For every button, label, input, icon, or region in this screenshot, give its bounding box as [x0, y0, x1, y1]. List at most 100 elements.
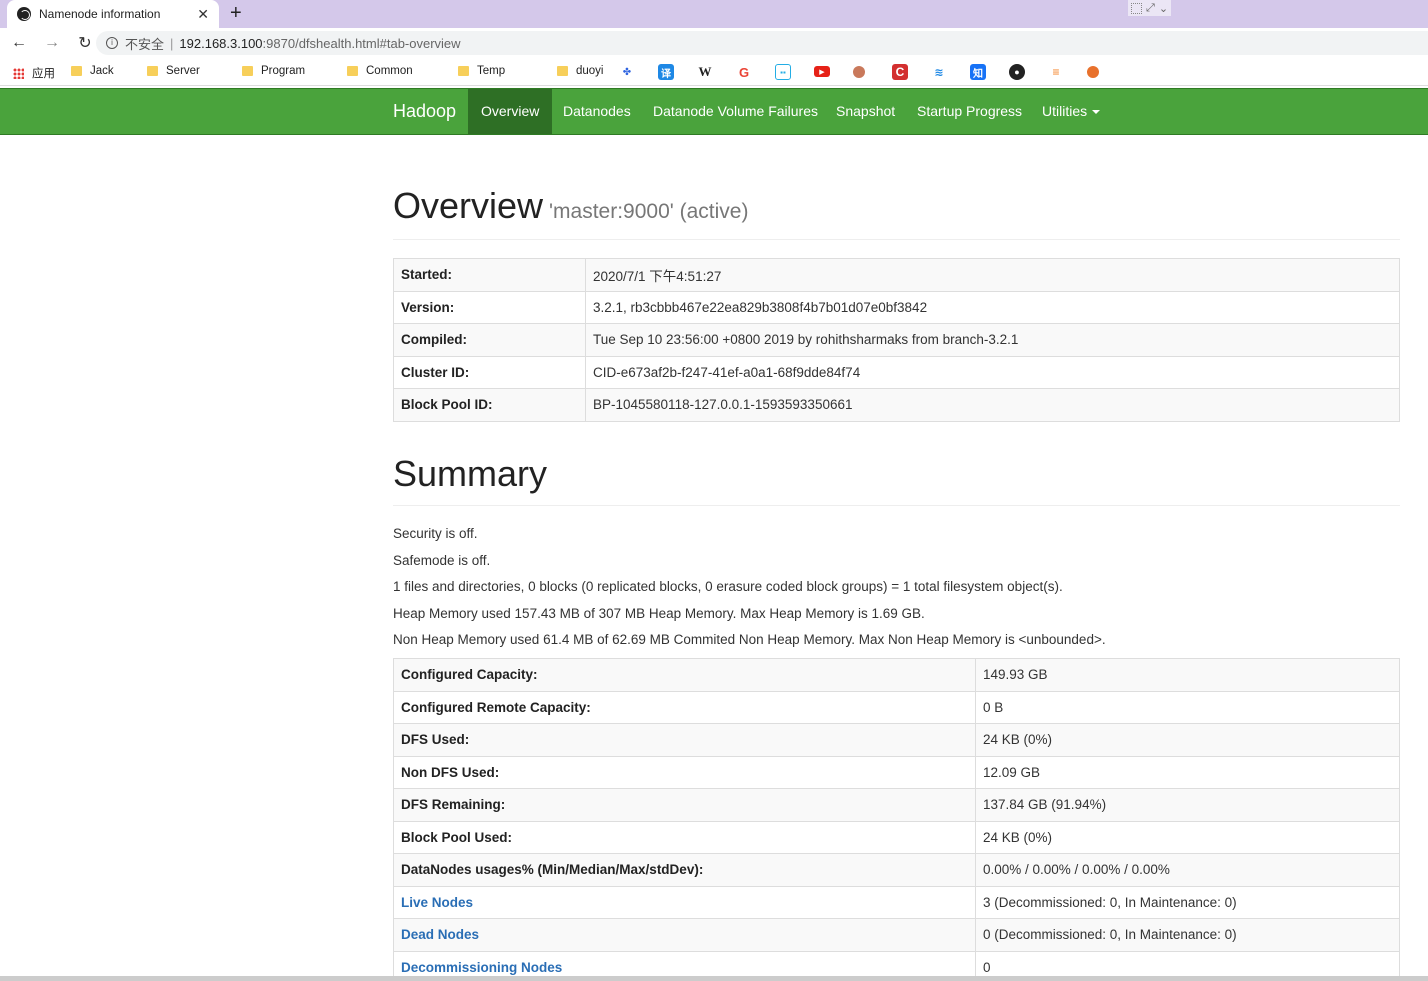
- table-row: Block Pool Used: 24 KB (0%): [393, 820, 1400, 854]
- table-row: DFS Used: 24 KB (0%): [393, 723, 1400, 757]
- row-value: Tue Sep 10 23:56:00 +0800 2019 by rohith…: [585, 323, 1400, 357]
- info-icon[interactable]: i: [106, 37, 118, 49]
- url-path: :9870/dfshealth.html#tab-overview: [262, 35, 461, 51]
- summary-line-security: Security is off.: [393, 526, 478, 541]
- bookmark-apps[interactable]: 应用: [13, 65, 55, 81]
- live-nodes-link[interactable]: Live Nodes: [401, 895, 473, 910]
- table-row: Block Pool ID: BP-1045580118-127.0.0.1-15…: [393, 388, 1400, 422]
- decommissioning-nodes-link[interactable]: Decommissioning Nodes: [401, 960, 562, 975]
- nuggets-icon[interactable]: ≋: [931, 64, 947, 80]
- table-row: Dead Nodes 0 (Decommissioned: 0, In Maint…: [393, 918, 1400, 952]
- row-key-cell: Dead Nodes: [393, 918, 976, 952]
- row-key: Started:: [393, 258, 586, 292]
- row-key: Block Pool Used:: [393, 820, 976, 854]
- address-bar[interactable]: i 不安全 | 192.168.3.100 :9870/dfshealth.ht…: [96, 31, 1428, 55]
- translate-icon[interactable]: 译: [658, 64, 674, 80]
- csdn-icon[interactable]: C: [892, 64, 908, 80]
- baidu-paw-icon[interactable]: ✤: [619, 64, 635, 80]
- google-icon[interactable]: G: [736, 64, 752, 80]
- row-key: DFS Used:: [393, 723, 976, 757]
- table-row: Compiled: Tue Sep 10 23:56:00 +0800 2019 …: [393, 323, 1400, 357]
- row-key: DataNodes usages% (Min/Median/Max/stdDev…: [393, 853, 976, 887]
- forward-arrow-icon[interactable]: →: [38, 34, 66, 52]
- summary-table: Configured Capacity: 149.93 GB Configured…: [393, 658, 1400, 981]
- nav-datanodes[interactable]: Datanodes: [550, 89, 644, 134]
- row-key-cell: Live Nodes: [393, 885, 976, 919]
- table-row: Configured Capacity: 149.93 GB: [393, 658, 1400, 692]
- row-key: Configured Remote Capacity:: [393, 690, 976, 724]
- row-value: 0 B: [975, 690, 1400, 724]
- nav-overview[interactable]: Overview: [468, 89, 553, 134]
- fox-icon[interactable]: [853, 66, 865, 78]
- divider: [393, 505, 1400, 506]
- table-row: Live Nodes 3 (Decommissioned: 0, In Maint…: [393, 885, 1400, 919]
- bookmarks-bar: 应用 Jack Server Program Common Temp duoyi: [0, 58, 1428, 86]
- tab-strip: Namenode information ✕ + ⤢ ⌄: [0, 0, 1428, 28]
- browser-tab[interactable]: Namenode information ✕: [7, 0, 219, 28]
- bookmark-folder-common[interactable]: Common: [347, 65, 413, 77]
- bookmark-folder-jack[interactable]: Jack: [71, 65, 114, 77]
- tab-title: Namenode information: [39, 7, 161, 21]
- wikipedia-icon[interactable]: W: [697, 64, 713, 80]
- table-row: Version: 3.2.1, rb3cbbb467e22ea829b3808f4…: [393, 290, 1400, 324]
- nav-utilities-label: Utilities: [1042, 103, 1088, 119]
- bookmark-label: Temp: [477, 65, 506, 77]
- page-favicon-icon: [17, 7, 31, 21]
- overview-subtitle: 'master:9000' (active): [549, 200, 749, 223]
- table-row: Non DFS Used: 12.09 GB: [393, 755, 1400, 789]
- youtube-icon[interactable]: ▶: [814, 66, 830, 77]
- horizontal-scrollbar[interactable]: [0, 976, 1428, 981]
- overview-title: Overview: [393, 185, 544, 226]
- bookmark-folder-duoyi[interactable]: duoyi: [557, 65, 604, 77]
- row-value: BP-1045580118-127.0.0.1-1593593350661: [585, 388, 1400, 422]
- caret-down-icon: [1092, 110, 1101, 115]
- row-value: 0 (Decommissioned: 0, In Maintenance: 0): [975, 918, 1400, 952]
- bookmark-folder-temp[interactable]: Temp: [458, 65, 505, 77]
- bookmark-label: Program: [261, 65, 306, 77]
- reload-icon[interactable]: ↻: [71, 33, 99, 53]
- summary-line-nonheap: Non Heap Memory used 61.4 MB of 62.69 MB…: [393, 632, 1106, 647]
- zhihu-icon[interactable]: 知: [970, 64, 986, 80]
- basketball-icon[interactable]: [1087, 66, 1099, 78]
- table-row: Started: 2020/7/1 下午4:51:27: [393, 258, 1400, 292]
- grid-icon[interactable]: [1131, 2, 1142, 14]
- nav-utilities[interactable]: Utilities: [1029, 89, 1113, 134]
- row-value: 3 (Decommissioned: 0, In Maintenance: 0): [975, 885, 1400, 919]
- table-row: Cluster ID: CID-e673af2b-f247-41ef-a0a1-6…: [393, 355, 1400, 389]
- summary-line-safemode: Safemode is off.: [393, 553, 491, 568]
- window-controls: ⤢ ⌄: [1128, 0, 1172, 16]
- back-arrow-icon[interactable]: ←: [5, 34, 33, 52]
- bookmark-folder-program[interactable]: Program: [242, 65, 305, 77]
- row-value: 24 KB (0%): [975, 723, 1400, 757]
- insecure-label: 不安全: [125, 36, 165, 52]
- row-value: 2020/7/1 下午4:51:27: [585, 258, 1400, 292]
- bookmark-label: duoyi: [576, 65, 604, 77]
- chevron-down-icon[interactable]: ⌄: [1159, 2, 1168, 15]
- bookmark-label: Server: [166, 65, 200, 77]
- folder-icon: [242, 66, 253, 76]
- hadoop-brand[interactable]: Hadoop: [393, 101, 456, 122]
- row-value: 149.93 GB: [975, 658, 1400, 692]
- bookmark-folder-server[interactable]: Server: [147, 65, 200, 77]
- url-host: 192.168.3.100: [179, 35, 263, 51]
- new-tab-button[interactable]: +: [230, 2, 242, 24]
- close-tab-icon[interactable]: ✕: [197, 6, 209, 23]
- stackoverflow-icon[interactable]: ≡: [1048, 64, 1064, 80]
- table-row: DataNodes usages% (Min/Median/Max/stdDev…: [393, 853, 1400, 887]
- overview-table: Started: 2020/7/1 下午4:51:27 Version: 3.2.1…: [393, 258, 1400, 422]
- dead-nodes-link[interactable]: Dead Nodes: [401, 927, 479, 942]
- bilibili-icon[interactable]: ▪▪: [775, 64, 791, 80]
- table-row: DFS Remaining: 137.84 GB (91.94%): [393, 788, 1400, 822]
- row-value: 0.00% / 0.00% / 0.00% / 0.00%: [975, 853, 1400, 887]
- nav-startup-progress[interactable]: Startup Progress: [904, 89, 1035, 134]
- row-key: Configured Capacity:: [393, 658, 976, 692]
- summary-heading: Summary: [393, 453, 548, 494]
- divider: [393, 239, 1400, 240]
- github-icon[interactable]: ●: [1009, 64, 1025, 80]
- nav-snapshot[interactable]: Snapshot: [823, 89, 908, 134]
- row-value: 137.84 GB (91.94%): [975, 788, 1400, 822]
- nav-datanode-volume-failures[interactable]: Datanode Volume Failures: [640, 89, 831, 134]
- folder-icon: [458, 66, 469, 76]
- expand-icon[interactable]: ⤢: [1146, 2, 1155, 15]
- bookmark-label: Jack: [90, 65, 114, 77]
